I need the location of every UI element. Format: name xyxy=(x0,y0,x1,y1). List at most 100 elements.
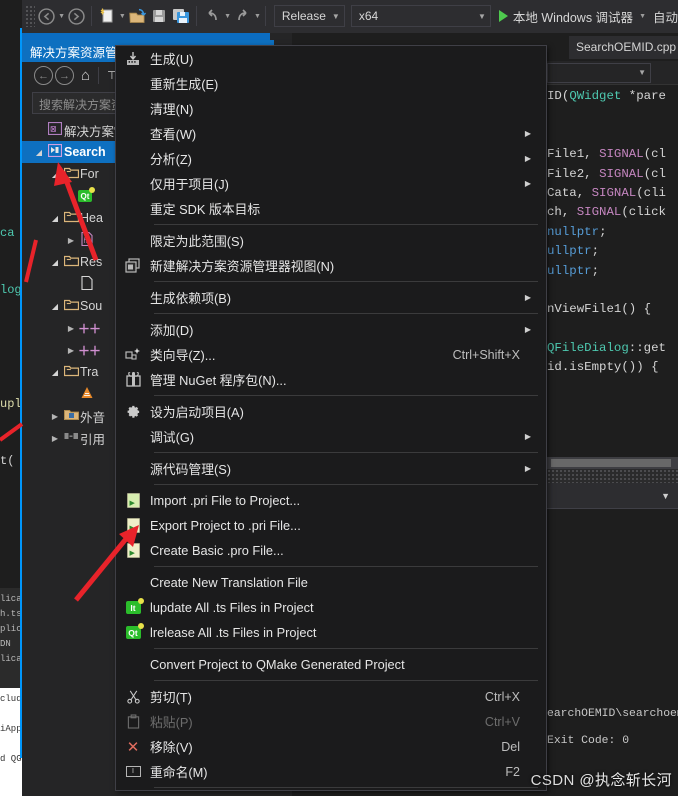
menu-item-label: lrelease All .ts Files in Project xyxy=(150,625,317,640)
menu-item-26[interactable]: ✕ 移除(V) Del xyxy=(116,734,546,759)
tree-expander-icon[interactable]: ▶ xyxy=(48,434,62,443)
code-line-5: File2, SIGNAL(cl xyxy=(547,166,666,181)
scrollbar-thumb[interactable] xyxy=(551,459,671,467)
menu-item-6[interactable]: 仅用于项目(J) ▶ xyxy=(116,171,546,196)
project-context-menu: 生成(U) 重新生成(E) 清理(N) 查看(W) ▶ 分析(Z) ▶ 仅用于项目(J) ▶ 重定… xyxy=(115,45,547,791)
forward-circle-icon[interactable]: → xyxy=(55,66,74,85)
menu-item-9[interactable]: 新建解决方案资源管理器视图(N) xyxy=(116,253,546,278)
solution-configuration-dropdown[interactable]: Release ▼ xyxy=(273,5,345,27)
menu-item-label: 分析(Z) xyxy=(150,152,192,167)
menu-item-21[interactable]: lt lupdate All .ts Files in Project xyxy=(116,595,546,620)
auto-label[interactable]: 自动 xyxy=(653,7,678,26)
menu-item-2[interactable]: 重新生成(E) xyxy=(116,71,546,96)
tree-expander-icon[interactable]: ◢ xyxy=(48,368,62,377)
panel-splitter[interactable] xyxy=(547,469,678,483)
menu-item-14[interactable]: 设为启动项目(A) xyxy=(116,399,546,424)
pro-file-icon xyxy=(116,543,150,558)
menu-item-label: 重新生成(E) xyxy=(150,77,219,92)
menu-item-label: 生成(U) xyxy=(150,52,194,67)
code-line-14: QFileDialog::get xyxy=(547,341,666,356)
forward-arrow-icon[interactable] xyxy=(65,4,87,28)
menu-item-label: 清理(N) xyxy=(150,102,194,117)
redo-icon[interactable] xyxy=(231,4,253,28)
visual-studio-window: ca log upl t( App eE lica h.ts plic DN l… xyxy=(0,0,678,796)
new-item-icon[interactable] xyxy=(96,4,118,28)
tree-expander-icon[interactable]: ◢ xyxy=(48,170,62,179)
qt-file-icon: Qt xyxy=(78,187,96,202)
code-text[interactable]: ID(QWidget *pare File1, SIGNAL(cl File2, … xyxy=(547,87,678,378)
editor-horizontal-scrollbar[interactable] xyxy=(547,457,678,469)
menu-separator xyxy=(154,484,538,485)
chevron-down-icon[interactable]: ▼ xyxy=(639,13,646,20)
menu-item-23[interactable]: Convert Project to QMake Generated Proje… xyxy=(116,652,546,677)
back-dropdown-caret-icon[interactable]: ▼ xyxy=(58,13,65,20)
menu-item-19[interactable]: Create Basic .pro File... xyxy=(116,538,546,563)
build-icon xyxy=(116,51,150,67)
tree-expander-icon[interactable]: ◢ xyxy=(48,258,62,267)
menu-item-label: Convert Project to QMake Generated Proje… xyxy=(150,657,405,672)
editor-region: SearchOEMID.cpp ▼ ID(QWidget *pare File1… xyxy=(547,33,678,796)
menu-item-13[interactable]: 管理 NuGet 程序包(N)... xyxy=(116,367,546,392)
menu-item-label: lupdate All .ts Files in Project xyxy=(150,600,314,615)
csdn-watermark: CSDN @执念斩长河 xyxy=(531,769,672,790)
output-window-toolbar: ▼ xyxy=(547,483,678,509)
menu-separator xyxy=(154,313,538,314)
menu-item-8[interactable]: 限定为此范围(S) xyxy=(116,228,546,253)
menu-item-24[interactable]: 剪切(T) Ctrl+X xyxy=(116,684,546,709)
menu-item-4[interactable]: 查看(W) ▶ xyxy=(116,121,546,146)
menu-item-7[interactable]: 重定 SDK 版本目标 xyxy=(116,196,546,221)
menu-item-15[interactable]: 调试(G) ▶ xyxy=(116,424,546,449)
menu-item-12[interactable]: 类向导(Z)... Ctrl+Shift+X xyxy=(116,342,546,367)
undo-icon[interactable] xyxy=(201,4,223,28)
document-tab-searchoemid-cpp[interactable]: SearchOEMID.cpp xyxy=(569,36,678,59)
open-folder-icon[interactable] xyxy=(126,4,148,28)
toolbar-grip[interactable] xyxy=(25,5,36,27)
code-line-6: Cata, SIGNAL(cli xyxy=(547,185,666,200)
menu-item-label: 移除(V) xyxy=(150,740,193,755)
menu-item-5[interactable]: 分析(Z) ▶ xyxy=(116,146,546,171)
menu-item-27[interactable]: I 重命名(M) F2 xyxy=(116,759,546,784)
start-debugging-button[interactable]: 本地 Windows 调试器 ▼ xyxy=(498,7,646,26)
member-dropdown[interactable]: ▼ xyxy=(547,63,651,83)
redo-dropdown-caret-icon[interactable]: ▼ xyxy=(254,13,261,20)
save-all-icon[interactable] xyxy=(170,4,192,28)
solution-configuration-value: Release xyxy=(281,9,326,23)
menu-item-11[interactable]: 添加(D) ▶ xyxy=(116,317,546,342)
new-item-dropdown-caret-icon[interactable]: ▼ xyxy=(119,13,126,20)
tree-item-label: Res xyxy=(80,255,103,269)
menu-item-label: 类向导(Z)... xyxy=(150,348,216,363)
new-view-icon xyxy=(116,258,150,273)
menu-item-3[interactable]: 清理(N) xyxy=(116,96,546,121)
submenu-arrow-icon: ▶ xyxy=(524,293,532,302)
qt-lupdate-icon: lt xyxy=(116,598,150,614)
remove-x-icon: ✕ xyxy=(126,738,140,756)
menu-item-1[interactable]: 生成(U) xyxy=(116,46,546,71)
tree-expander-icon[interactable]: ▶ xyxy=(64,324,78,333)
back-circle-icon[interactable]: ← xyxy=(34,66,53,85)
chevron-down-icon[interactable]: ▼ xyxy=(661,491,670,501)
menu-item-10[interactable]: 生成依赖项(B) ▶ xyxy=(116,285,546,310)
tree-expander-icon[interactable]: ▶ xyxy=(48,412,62,421)
menu-item-label: Export Project to .pri File... xyxy=(150,518,301,533)
save-icon[interactable] xyxy=(148,4,170,28)
undo-dropdown-caret-icon[interactable]: ▼ xyxy=(224,13,231,20)
menu-item-16[interactable]: 源代码管理(S) ▶ xyxy=(116,456,546,481)
tree-expander-icon[interactable]: ▶ xyxy=(64,346,78,355)
menu-item-label: 新建解决方案资源管理器视图(N) xyxy=(150,259,335,274)
menu-item-18[interactable]: Export Project to .pri File... xyxy=(116,513,546,538)
menu-item-22[interactable]: Qt lrelease All .ts Files in Project xyxy=(116,620,546,645)
solution-platform-dropdown[interactable]: x64 ▼ xyxy=(350,5,491,27)
submenu-arrow-icon: ▶ xyxy=(524,179,532,188)
menu-item-17[interactable]: Import .pri File to Project... xyxy=(116,488,546,513)
home-icon[interactable]: ⌂ xyxy=(81,67,90,84)
back-arrow-icon[interactable] xyxy=(35,4,57,28)
tree-expander-icon[interactable]: ◢ xyxy=(48,214,62,223)
tree-expander-icon[interactable]: ▶ xyxy=(64,236,78,245)
menu-item-shortcut: Del xyxy=(501,739,520,754)
menu-item-20[interactable]: Create New Translation File xyxy=(116,570,546,595)
tree-item-label: 引用 xyxy=(80,432,106,447)
menu-item-28[interactable]: 卸载项目(L) xyxy=(116,791,546,796)
tree-expander-icon[interactable]: ◢ xyxy=(32,148,46,157)
tree-expander-icon[interactable]: ◢ xyxy=(48,302,62,311)
